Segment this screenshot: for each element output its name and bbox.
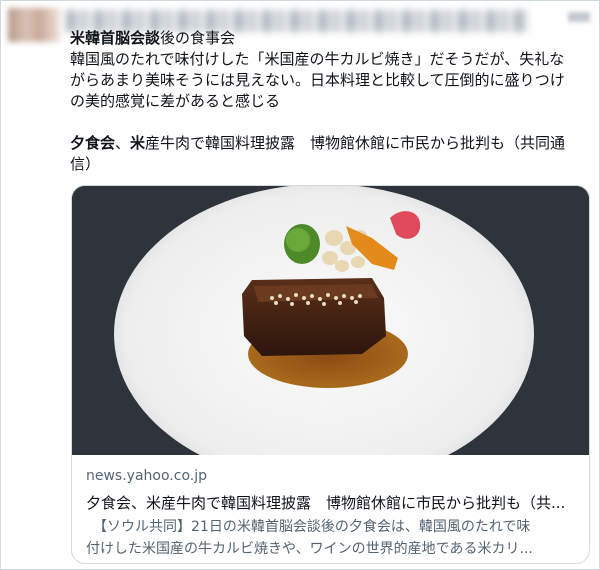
tweet-line: がらあまり美味そうには見えない。日本料理と比較して圧倒的に盛りつけ — [70, 71, 565, 89]
avatar[interactable] — [8, 8, 60, 42]
tweet-text-span: 産牛肉で韓国料理披露 博物館休館に市民から批判も（共同通 — [145, 134, 566, 152]
quoted-headline: 夕食会、米産牛肉で韓国料理披露 博物館休館に市民から批判も（共同通 — [70, 133, 590, 154]
card-image[interactable] — [72, 186, 589, 455]
card-title[interactable]: 夕食会、米産牛肉で韓国料理披露 博物館休館に市民から批判も（共... — [86, 492, 578, 514]
card-description: 【ソウル共同】21日の米韓首脳会談後の夕食会は、韓国風のたれで味 付けした米国産… — [86, 516, 578, 560]
tweet-bold-text: 米 — [130, 134, 146, 152]
card-desc-line: 付けした米国産の牛カルビ焼きや、ワインの世界的産地である米カリ... — [86, 541, 533, 557]
food-photo — [72, 186, 589, 455]
tweet-bold-text: 夕食会 — [70, 134, 116, 152]
tweet-line: の美的感覚に差があると感じる — [70, 92, 281, 110]
quoted-headline-cont: 信） — [70, 155, 101, 173]
link-card[interactable]: news.yahoo.co.jp 夕食会、米産牛肉で韓国料理披露 博物館休館に市… — [71, 185, 590, 564]
tweet-bold-text: 米韓首脳会談 — [70, 29, 161, 47]
tweet-text-span: 後の食事会 — [160, 29, 236, 47]
card-domain[interactable]: news.yahoo.co.jp — [86, 466, 578, 486]
tweet-text: 米韓首脳会談後の食事会 韓国風のたれで味付けした「米国産の牛カルビ焼き」だそうだ… — [70, 28, 590, 175]
tweet-line: 韓国風のたれで味付けした「米国産の牛カルビ焼き」だそうだが、失礼な — [70, 50, 565, 68]
tweet-text-span: 、 — [115, 134, 131, 152]
card-meta: news.yahoo.co.jp 夕食会、米産牛肉で韓国料理披露 博物館休館に市… — [86, 466, 578, 560]
tweet-line: 米韓首脳会談後の食事会 — [70, 28, 590, 49]
card-desc-line: 【ソウル共同】21日の米韓首脳会談後の夕食会は、韓国風のたれで味 — [86, 519, 531, 535]
more-icon[interactable] — [568, 12, 590, 22]
